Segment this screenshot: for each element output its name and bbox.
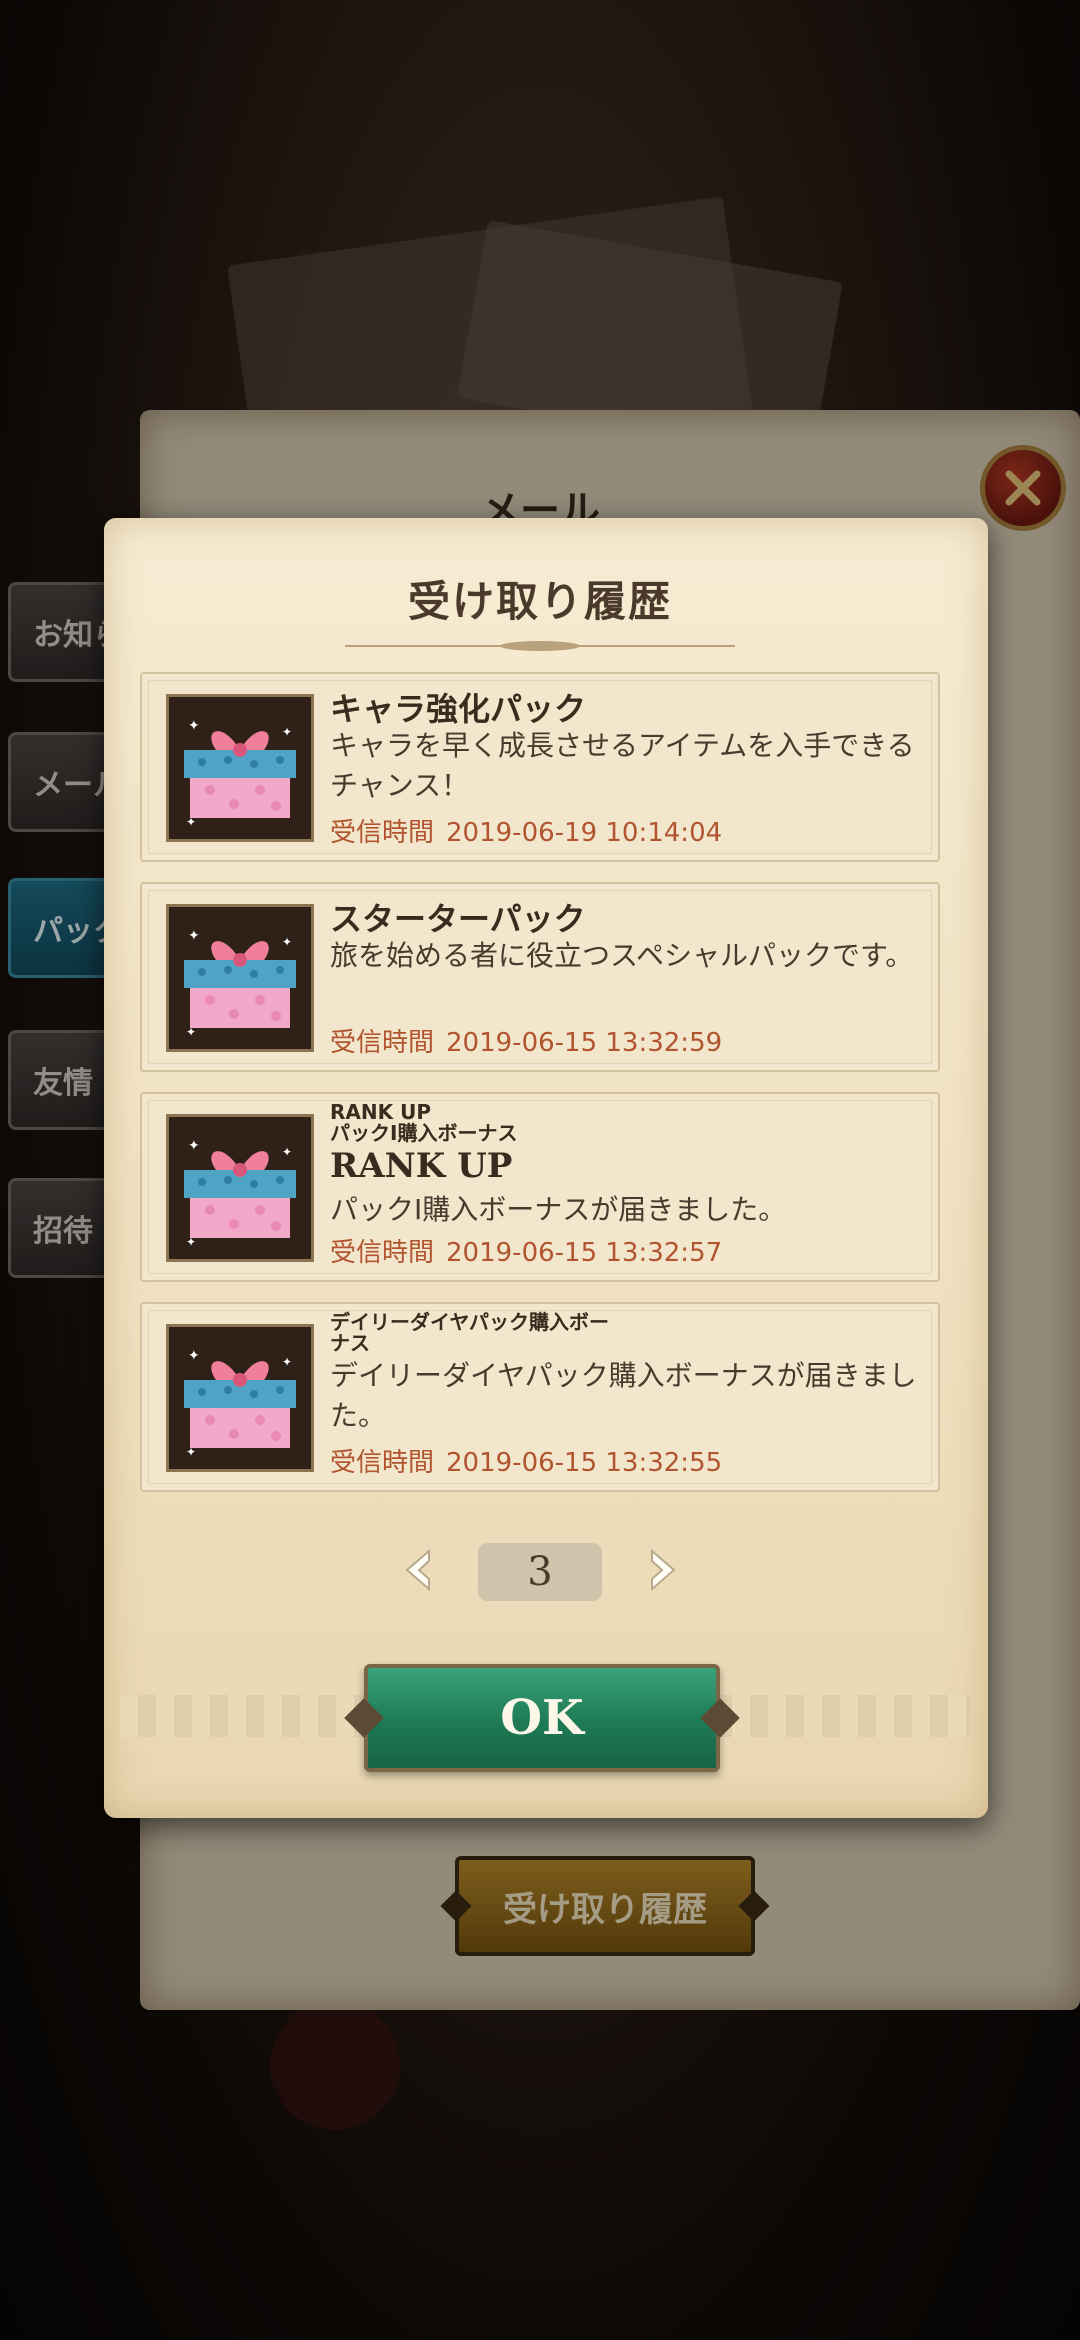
item-title: キャラ強化パック bbox=[330, 690, 587, 728]
item-small-title: デイリーダイヤパック購入ボーナス bbox=[330, 1310, 609, 1355]
received-time-value: 2019-06-15 13:32:59 bbox=[446, 1028, 723, 1058]
svg-text:✦: ✦ bbox=[282, 1145, 292, 1159]
history-item: ✦ ✦ ✦ スターターパック 旅を始める者に役立つスペシャルパックです。 受信時… bbox=[140, 882, 940, 1072]
svg-text:✦: ✦ bbox=[186, 1025, 196, 1039]
chevron-left-icon[interactable] bbox=[395, 1545, 445, 1595]
item-received-time: 受信時間 2019-06-15 13:32:55 bbox=[330, 1442, 722, 1479]
svg-text:✦: ✦ bbox=[188, 718, 200, 734]
item-description: デイリーダイヤパック購入ボーナスが届きました。 bbox=[330, 1359, 917, 1432]
gift-box-icon: ✦ ✦ ✦ bbox=[184, 718, 296, 829]
svg-text:✦: ✦ bbox=[188, 1348, 200, 1364]
svg-text:✦: ✦ bbox=[186, 1445, 196, 1459]
received-time-label: 受信時間 bbox=[330, 1448, 435, 1478]
svg-text:✦: ✦ bbox=[188, 928, 200, 944]
item-description: キャラを早く成長させるアイテムを入手できるチャンス！ bbox=[330, 729, 915, 802]
item-description: パックⅠ購入ボーナスが届きました。 bbox=[330, 1193, 787, 1226]
item-thumbnail: ✦ ✦ ✦ bbox=[166, 904, 314, 1052]
item-small-title: RANK UP パックⅠ購入ボーナス bbox=[330, 1100, 518, 1145]
history-item: ✦ ✦ ✦ キャラ強化パック キャラを早く成長させるアイテムを入手できるチャンス… bbox=[140, 672, 940, 862]
received-time-label: 受信時間 bbox=[330, 1238, 435, 1268]
received-time-value: 2019-06-15 13:32:57 bbox=[446, 1238, 723, 1268]
item-received-time: 受信時間 2019-06-15 13:32:59 bbox=[330, 1022, 722, 1059]
gift-box-icon: ✦ ✦ ✦ bbox=[184, 1348, 296, 1459]
received-time-value: 2019-06-19 10:14:04 bbox=[446, 818, 723, 848]
svg-text:✦: ✦ bbox=[282, 1355, 292, 1369]
item-big-title: RANK UP bbox=[330, 1146, 513, 1186]
page-number: 3 bbox=[478, 1543, 602, 1601]
modal-title: 受け取り履歴 bbox=[407, 577, 673, 626]
item-title: スターターパック bbox=[330, 900, 586, 938]
svg-text:✦: ✦ bbox=[188, 1138, 200, 1154]
item-received-time: 受信時間 2019-06-15 13:32:57 bbox=[330, 1232, 722, 1269]
history-item: ✦ ✦ ✦ RANK UP パックⅠ購入ボーナス RANK UP パックⅠ購入ボ… bbox=[140, 1092, 940, 1282]
title-divider-ornament bbox=[345, 641, 735, 651]
history-item: ✦ ✦ ✦ デイリーダイヤパック購入ボーナス デイリーダイヤパック購入ボーナスが… bbox=[140, 1302, 940, 1492]
svg-text:✦: ✦ bbox=[282, 935, 292, 949]
item-thumbnail: ✦ ✦ ✦ bbox=[166, 1324, 314, 1472]
item-description: 旅を始める者に役立つスペシャルパックです。 bbox=[330, 939, 914, 972]
gift-box-icon: ✦ ✦ ✦ bbox=[184, 1138, 296, 1249]
ok-button[interactable]: OK bbox=[364, 1664, 720, 1772]
svg-text:✦: ✦ bbox=[186, 1235, 196, 1249]
chevron-right-icon[interactable] bbox=[636, 1545, 686, 1595]
item-thumbnail: ✦ ✦ ✦ bbox=[166, 1114, 314, 1262]
gift-box-icon: ✦ ✦ ✦ bbox=[184, 928, 296, 1039]
svg-text:✦: ✦ bbox=[282, 725, 292, 739]
item-thumbnail: ✦ ✦ ✦ bbox=[166, 694, 314, 842]
received-time-value: 2019-06-15 13:32:55 bbox=[446, 1448, 723, 1478]
received-time-label: 受信時間 bbox=[330, 1028, 435, 1058]
svg-text:✦: ✦ bbox=[186, 815, 196, 829]
item-received-time: 受信時間 2019-06-19 10:14:04 bbox=[330, 812, 722, 849]
received-time-label: 受信時間 bbox=[330, 818, 435, 848]
